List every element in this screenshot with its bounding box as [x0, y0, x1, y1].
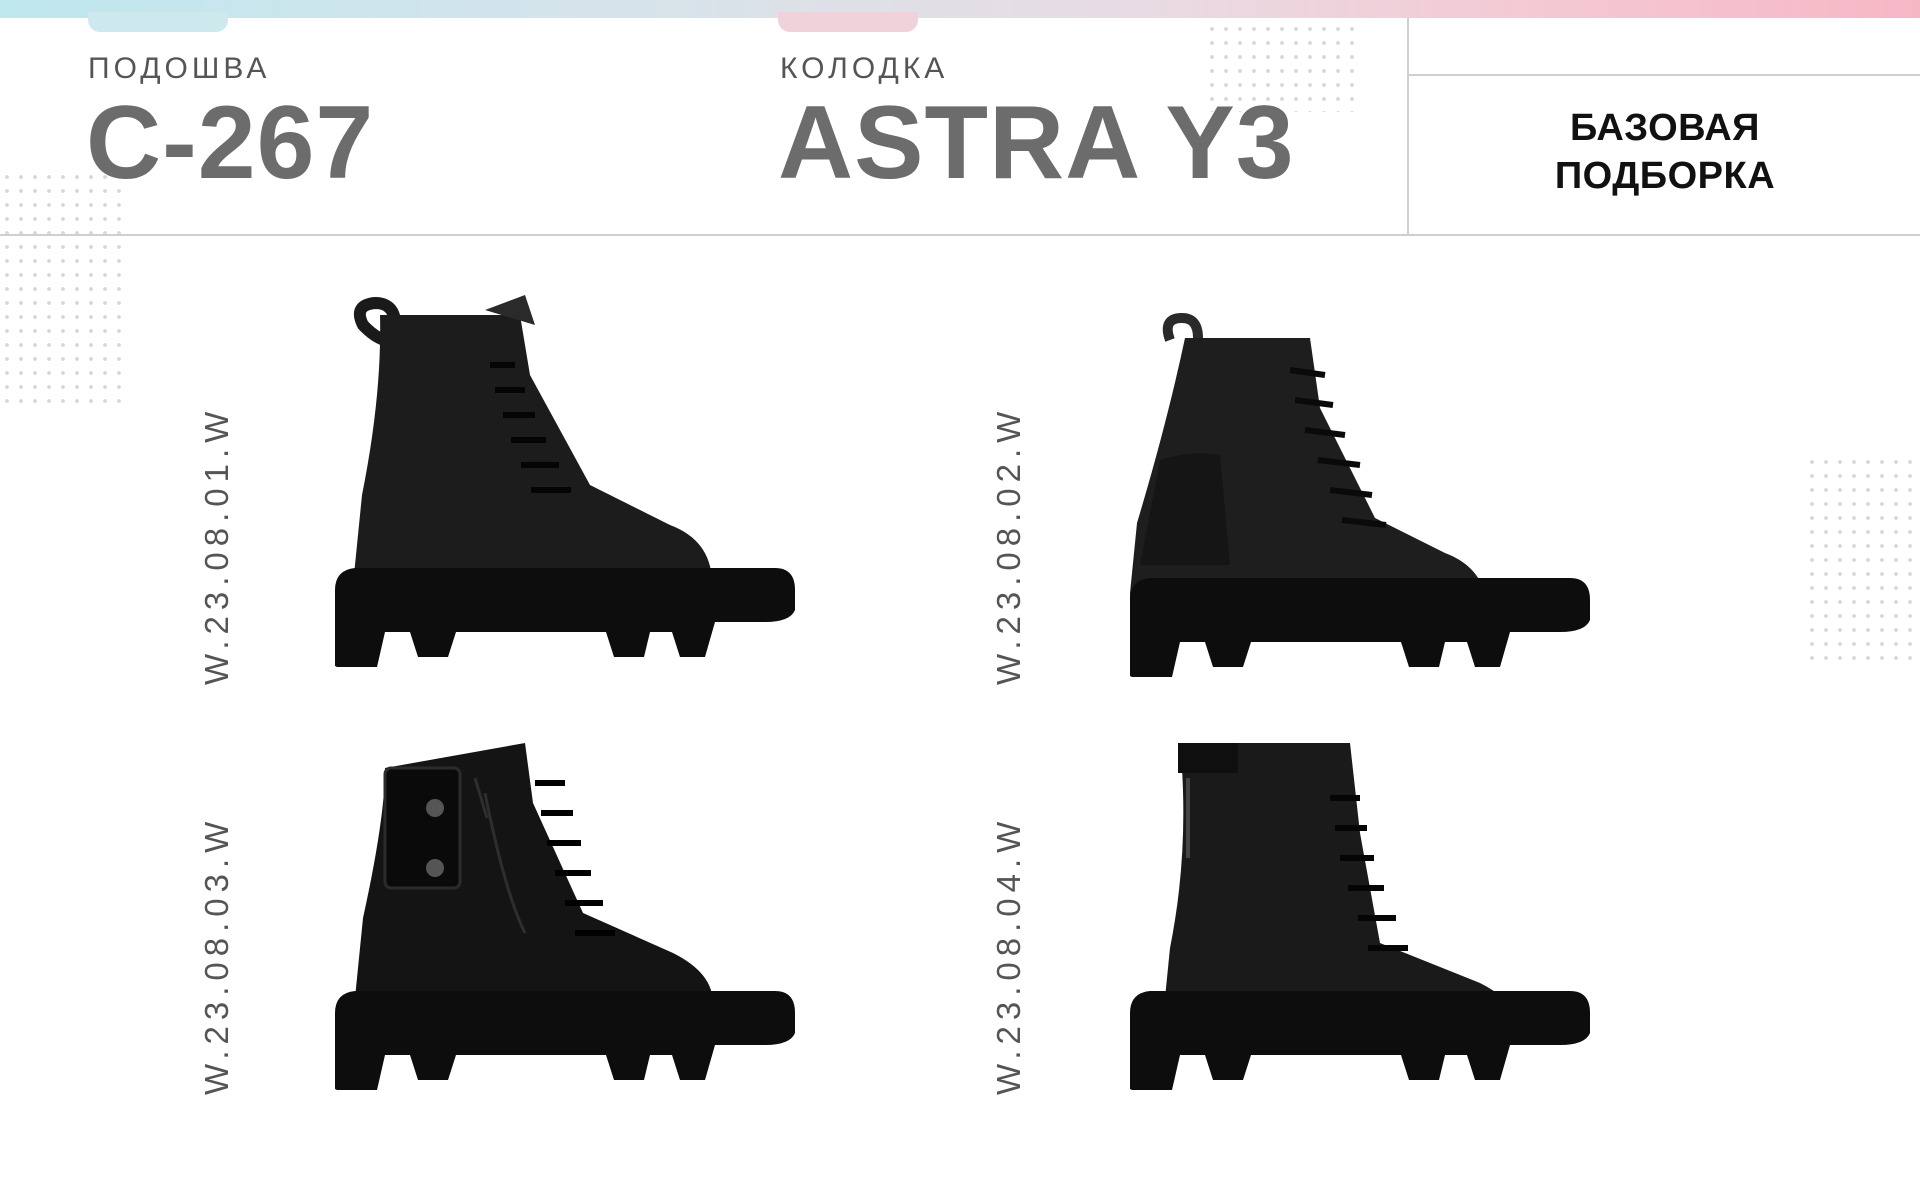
top-tab-left [88, 12, 228, 32]
boot-image-2[interactable] [1130, 310, 1610, 700]
last-label: КОЛОДКА [780, 52, 949, 85]
header-divider-right [1407, 74, 1920, 76]
sole-label: ПОДОШВА [88, 52, 271, 85]
dot-pattern-left [0, 170, 130, 410]
sole-value: С-267 [86, 85, 375, 201]
top-tab-right [778, 12, 918, 32]
boot-image-4[interactable] [1130, 738, 1610, 1113]
dot-pattern-right [1805, 455, 1920, 665]
product-code-3: W.23.08.03.W [198, 815, 235, 1095]
product-code-2: W.23.08.02.W [990, 405, 1027, 685]
last-value: ASTRA Y3 [778, 85, 1295, 201]
collection-title: БАЗОВАЯ ПОДБОРКА [1410, 104, 1920, 200]
product-code-1: W.23.08.01.W [198, 405, 235, 685]
header-divider-vertical [1407, 18, 1409, 236]
collection-title-line1: БАЗОВАЯ [1570, 107, 1760, 149]
boot-image-1[interactable] [335, 295, 815, 700]
top-gradient-bar [0, 0, 1920, 18]
product-code-4: W.23.08.04.W [990, 815, 1027, 1095]
boot-image-3[interactable] [335, 738, 815, 1113]
collection-title-line2: ПОДБОРКА [1554, 155, 1776, 197]
header-divider-bottom [0, 234, 1920, 236]
